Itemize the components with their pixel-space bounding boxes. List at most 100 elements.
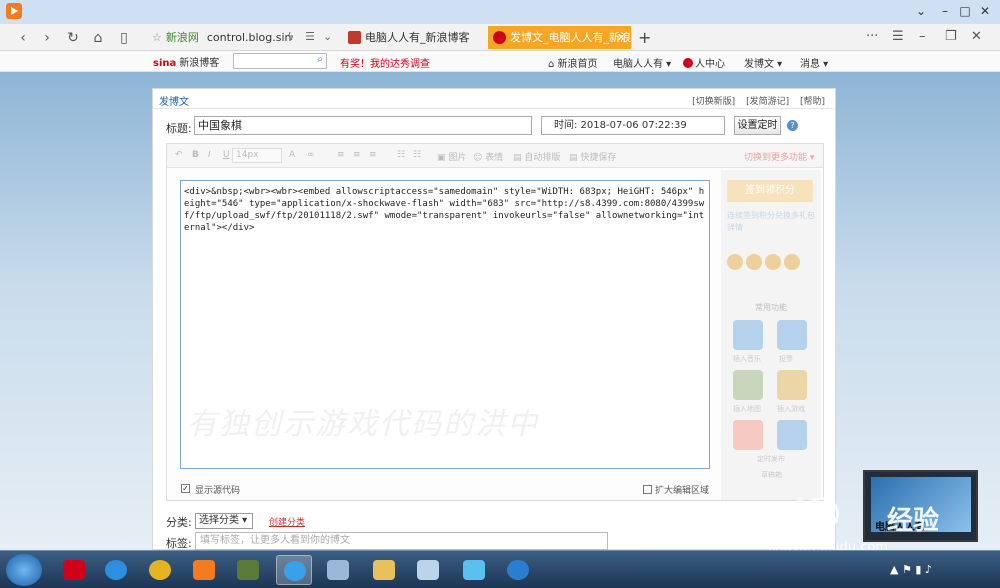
align-center-icon[interactable]: ≡	[353, 150, 361, 160]
auto-layout-button[interactable]: ▤ 自动排版	[513, 150, 560, 163]
link-icon[interactable]: ∞	[307, 150, 315, 160]
restore-icon[interactable]: ❐	[945, 29, 957, 44]
help-icon[interactable]: ?	[787, 120, 798, 131]
baidu-jingyan-text: 经验	[887, 506, 940, 536]
more-functions-link[interactable]: 切换到更多功能 ▾	[744, 150, 814, 163]
schedule-icon[interactable]	[777, 420, 807, 450]
align-left-icon[interactable]: ≡	[337, 150, 345, 160]
emoji-button[interactable]: ☺ 表情	[473, 150, 503, 163]
number-list-icon[interactable]: ☷	[413, 150, 421, 160]
show-source-label[interactable]: 显示源代码	[195, 483, 240, 496]
window-titlebar: ⌄ – □ ✕	[0, 0, 1000, 24]
weibo-favicon-icon	[493, 31, 506, 44]
poll-icon[interactable]	[777, 320, 807, 350]
taskbar-app-ie[interactable]	[98, 555, 134, 585]
panel-links: [切换新版] [发简游记] [帮助]	[684, 94, 825, 107]
font-color-icon[interactable]: A	[289, 150, 295, 160]
close-button[interactable]: ✕	[972, 2, 998, 20]
url-text: control.blog.sin	[206, 31, 292, 44]
link-switch-new[interactable]: [切换新版]	[692, 97, 735, 107]
refresh-icon[interactable]: ↻	[64, 29, 82, 47]
category-select[interactable]: 选择分类 ▾	[195, 513, 253, 529]
more-icon[interactable]: ···	[866, 29, 878, 44]
rich-editor: ↶ B I U 14px A ∞ ≡ ≡ ≡ ☷ ☷ ▣ 图片 ☺ 表情 ▤ 自…	[166, 143, 824, 501]
taskbar-app-tool[interactable]	[410, 555, 446, 585]
back-icon[interactable]: ‹	[14, 29, 32, 47]
search-icon[interactable]: ⌕	[317, 54, 323, 65]
link-travel-note[interactable]: [发简游记]	[746, 97, 789, 107]
new-tab-icon[interactable]: +	[638, 28, 651, 47]
reader-icon[interactable]: ☰	[305, 30, 315, 43]
tags-label: 标签:	[166, 537, 192, 550]
align-right-icon[interactable]: ≡	[369, 150, 377, 160]
tags-input[interactable]: 填写标签，让更多人看到你的博文	[195, 532, 608, 550]
baidu-logo: Bai	[752, 495, 839, 534]
baidu-paw-icon	[804, 497, 839, 531]
schedule-button[interactable]: 设置定时	[734, 116, 781, 135]
system-tray[interactable]: ▲ ⚑ ▮ ♪	[890, 563, 932, 576]
taskbar-app-browser[interactable]	[276, 555, 312, 585]
link-help[interactable]: [帮助]	[800, 97, 825, 107]
sina-logo[interactable]: sina 新浪博客	[153, 54, 219, 69]
underline-button[interactable]: U	[223, 150, 230, 160]
time-field[interactable]: 时间: 2018-07-06 07:22:39	[541, 116, 725, 135]
editor-toolbar: ↶ B I U 14px A ∞ ≡ ≡ ≡ ☷ ☷ ▣ 图片 ☺ 表情 ▤ 自…	[167, 144, 823, 168]
emoji-icon[interactable]	[727, 254, 743, 270]
taskbar-app-red[interactable]	[56, 555, 92, 585]
editor-footer: ✓ 显示源代码 扩大编辑区域	[167, 478, 823, 500]
post-editor-panel: 发博文 [切换新版] [发简游记] [帮助] 标题: 中国象棋 时间: 2018…	[152, 88, 836, 550]
schedule-post-label: 定时发布	[757, 455, 785, 463]
quick-save-button[interactable]: ▤ 快捷保存	[569, 150, 616, 163]
prize-link[interactable]: 有奖！我的达秀调查	[340, 55, 430, 70]
italic-button[interactable]: I	[208, 150, 211, 160]
undo-icon[interactable]: ↶	[175, 150, 183, 160]
dropdown-icon[interactable]: ⌄	[323, 30, 332, 43]
tab-blog-home[interactable]: 电脑人人有_新浪博客	[343, 26, 485, 49]
tab-post-article[interactable]: 发博文_电脑人人有_新浪博 ✕	[488, 26, 631, 49]
home-icon[interactable]: ⌂	[89, 29, 107, 47]
create-category-link[interactable]: 创建分类	[269, 515, 305, 528]
close-tab-icon[interactable]: ✕	[971, 29, 982, 44]
chevron-down-icon[interactable]: ⌄	[908, 2, 934, 20]
link-user-center[interactable]: 人中心	[683, 55, 725, 70]
link-user-menu[interactable]: 电脑人人有 ▾	[613, 55, 671, 70]
taskbar-app-explorer[interactable]	[366, 555, 402, 585]
bold-button[interactable]: B	[192, 150, 199, 160]
minimize-tab-icon[interactable]: –	[919, 29, 926, 44]
font-size-select[interactable]: 14px	[232, 148, 282, 163]
alert-icon	[683, 58, 693, 68]
link-post-article[interactable]: 发博文 ▾	[744, 55, 782, 70]
start-button[interactable]	[6, 554, 42, 586]
emoji-icon[interactable]	[784, 254, 800, 270]
expand-editor-button[interactable]: 扩大编辑区域	[643, 483, 709, 496]
checkin-button[interactable]: 签到领积分	[727, 180, 813, 202]
game-icon[interactable]	[777, 370, 807, 400]
sina-search-input[interactable]: ⌕	[233, 53, 327, 69]
taskbar-app-paint[interactable]	[456, 555, 492, 585]
bullet-list-icon[interactable]: ☷	[397, 150, 405, 160]
taskbar-app-circle[interactable]	[500, 555, 536, 585]
weibo-icon[interactable]	[733, 420, 763, 450]
link-sina-home[interactable]: ⌂ 新浪首页	[548, 55, 598, 70]
taskbar-app-player[interactable]	[186, 555, 222, 585]
music-icon[interactable]	[733, 320, 763, 350]
show-source-checkbox[interactable]: ✓	[181, 484, 190, 493]
forward-icon[interactable]: ›	[38, 29, 56, 47]
taskbar-app-chrome[interactable]	[142, 555, 178, 585]
menu-icon[interactable]: ☰	[892, 29, 904, 44]
reading-icon[interactable]: ▯	[115, 29, 133, 47]
title-input[interactable]: 中国象棋	[194, 116, 532, 135]
emoji-icon[interactable]	[746, 254, 762, 270]
taskbar-app-network[interactable]	[320, 555, 356, 585]
lightning-icon[interactable]: ϟ	[287, 30, 294, 43]
browser-toolbar: ‹ › ↻ ⌂ ▯ ☆ 新浪网 control.blog.sin ϟ ☰ ⌄ 电脑人…	[0, 24, 1000, 51]
link-messages[interactable]: 消息 ▾	[800, 55, 828, 70]
emoji-icon[interactable]	[765, 254, 781, 270]
taskbar-app-folder[interactable]	[230, 555, 266, 585]
favorite-star-icon[interactable]: ☆	[152, 31, 162, 44]
image-button[interactable]: ▣ 图片	[437, 150, 466, 163]
app-icon	[6, 3, 22, 19]
favicon-icon	[348, 31, 361, 44]
tab-close-icon[interactable]: ✕	[617, 26, 626, 49]
map-icon[interactable]	[733, 370, 763, 400]
